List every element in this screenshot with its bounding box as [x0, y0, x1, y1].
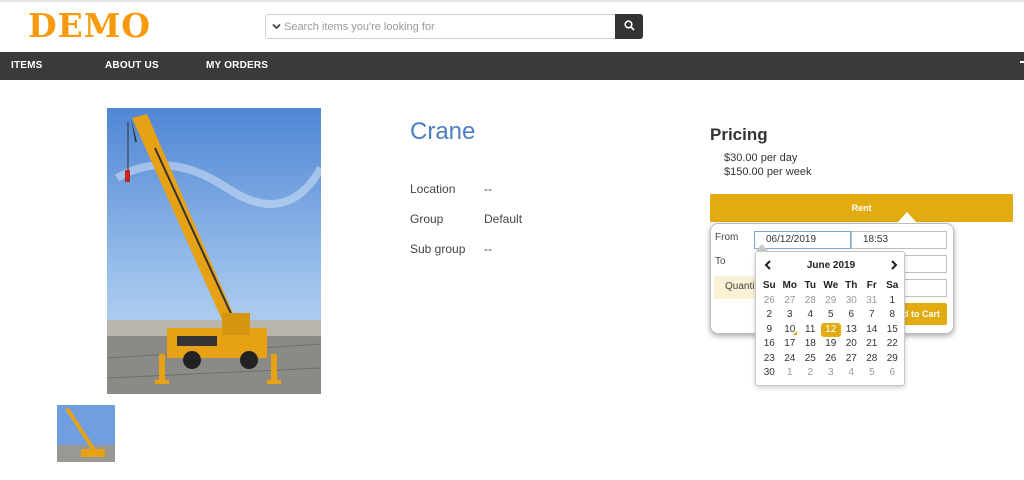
calendar-day[interactable]: 28	[862, 352, 883, 367]
product-title: Crane	[410, 118, 476, 145]
calendar-day[interactable]: 1	[882, 294, 903, 309]
datepicker-grid: Su Mo Tu We Th Fr Sa 26 27 28 29 30 31 1 2 3 4 5 6 7 8 9 10 11 1…	[759, 279, 903, 381]
calendar-day[interactable]: 6	[882, 366, 903, 381]
rent-button[interactable]: Rent	[710, 194, 1013, 222]
calendar-day[interactable]: 7	[862, 308, 883, 323]
calendar-day[interactable]: 30	[759, 366, 780, 381]
detail-value-location: --	[484, 182, 492, 196]
calendar-day[interactable]: 2	[800, 366, 821, 381]
calendar-day[interactable]: 31	[862, 294, 883, 309]
calendar-day[interactable]: 17	[780, 337, 801, 352]
datepicker: June 2019 Su Mo Tu We Th Fr Sa 26 27 28 29 30 31 1 2 3 4…	[755, 251, 905, 386]
calendar-day[interactable]: 14	[862, 323, 883, 338]
chevron-down-icon[interactable]	[272, 22, 281, 32]
calendar-day[interactable]: 29	[882, 352, 903, 367]
search-icon	[623, 18, 635, 36]
price-per-week: $150.00 per week	[724, 166, 812, 178]
calendar-day[interactable]: 13	[841, 323, 862, 338]
calendar-day[interactable]: 27	[841, 352, 862, 367]
search-button[interactable]	[615, 14, 643, 39]
quantity-field[interactable]: Quantity	[714, 276, 760, 299]
nav-item-about-us[interactable]: ABOUT US	[105, 60, 159, 71]
calendar-day[interactable]: 30	[841, 294, 862, 309]
calendar-day[interactable]: 23	[759, 352, 780, 367]
weekday-header: Tu	[804, 280, 816, 291]
calendar-day[interactable]: 19	[821, 337, 842, 352]
calendar-day[interactable]: 25	[800, 352, 821, 367]
weekday-header: Sa	[886, 280, 899, 291]
to-label: To	[715, 256, 726, 267]
calendar-day[interactable]: 18	[800, 337, 821, 352]
calendar-day[interactable]: 20	[841, 337, 862, 352]
detail-label-sub-group: Sub group	[410, 242, 466, 256]
calendar-day[interactable]: 22	[882, 337, 903, 352]
calendar-day[interactable]: 16	[759, 337, 780, 352]
calendar-day[interactable]: 29	[821, 294, 842, 309]
calendar-day[interactable]: 4	[841, 366, 862, 381]
from-label: From	[715, 232, 739, 243]
search-bar	[265, 14, 643, 39]
calendar-day[interactable]: 6	[841, 308, 862, 323]
calendar-day[interactable]: 1	[780, 366, 801, 381]
datepicker-header: June 2019	[756, 258, 906, 274]
calendar-day[interactable]: 3	[821, 366, 842, 381]
calendar-day[interactable]: 11	[800, 323, 821, 338]
nav-item-items[interactable]: ITEMS	[11, 60, 43, 71]
datepicker-month-title[interactable]: June 2019	[786, 258, 876, 274]
next-month-icon[interactable]	[885, 258, 903, 274]
calendar-day-selected[interactable]: 12	[820, 322, 841, 337]
product-image[interactable]	[107, 108, 321, 394]
weekday-header: Su	[762, 280, 776, 291]
main-nav: ITEMS ABOUT US MY ORDERS	[0, 52, 1024, 80]
weekday-header: We	[823, 280, 839, 291]
calendar-day[interactable]: 26	[759, 294, 780, 309]
pricing-title: Pricing	[710, 125, 768, 144]
weekday-header: Fr	[866, 280, 877, 291]
datepicker-caret	[756, 244, 768, 251]
rent-panel-pointer	[897, 212, 917, 223]
calendar-day[interactable]: 27	[780, 294, 801, 309]
calendar-day[interactable]: 5	[862, 366, 883, 381]
detail-label-location: Location	[410, 182, 456, 196]
search-field-wrap	[266, 15, 615, 38]
product-thumbnail[interactable]	[57, 405, 115, 462]
calendar-day[interactable]: 9	[759, 323, 780, 338]
calendar-day[interactable]: 8	[882, 308, 903, 323]
calendar-day[interactable]: 21	[862, 337, 883, 352]
from-time-field[interactable]: 18:53	[851, 231, 947, 249]
calendar-day[interactable]: 3	[780, 308, 801, 323]
calendar-day[interactable]: 15	[882, 323, 903, 338]
calendar-day[interactable]: 10	[780, 323, 801, 338]
detail-value-group: Default	[484, 212, 523, 226]
site-logo[interactable]: DEMO	[28, 8, 151, 44]
calendar-day[interactable]: 2	[759, 308, 780, 323]
weekday-header: Mo	[782, 280, 797, 291]
price-per-day: $30.00 per day	[724, 152, 798, 164]
prev-month-icon[interactable]	[759, 258, 777, 274]
calendar-day[interactable]: 28	[800, 294, 821, 309]
calendar-day[interactable]: 5	[821, 308, 842, 323]
calendar-day[interactable]: 4	[800, 308, 821, 323]
page: DEMO ITEMS ABOUT US MY ORDERS	[0, 0, 1024, 480]
calendar-day[interactable]: 24	[780, 352, 801, 367]
detail-value-sub-group: --	[484, 242, 492, 256]
calendar-day[interactable]: 26	[821, 352, 842, 367]
from-date-field[interactable]: 06/12/2019	[754, 231, 851, 249]
detail-label-group: Group	[410, 212, 444, 226]
nav-item-my-orders[interactable]: MY ORDERS	[206, 60, 268, 71]
top-border	[0, 0, 1024, 2]
weekday-header: Th	[845, 280, 858, 291]
nav-overflow-icon[interactable]	[1020, 57, 1024, 68]
search-input[interactable]	[284, 20, 604, 33]
